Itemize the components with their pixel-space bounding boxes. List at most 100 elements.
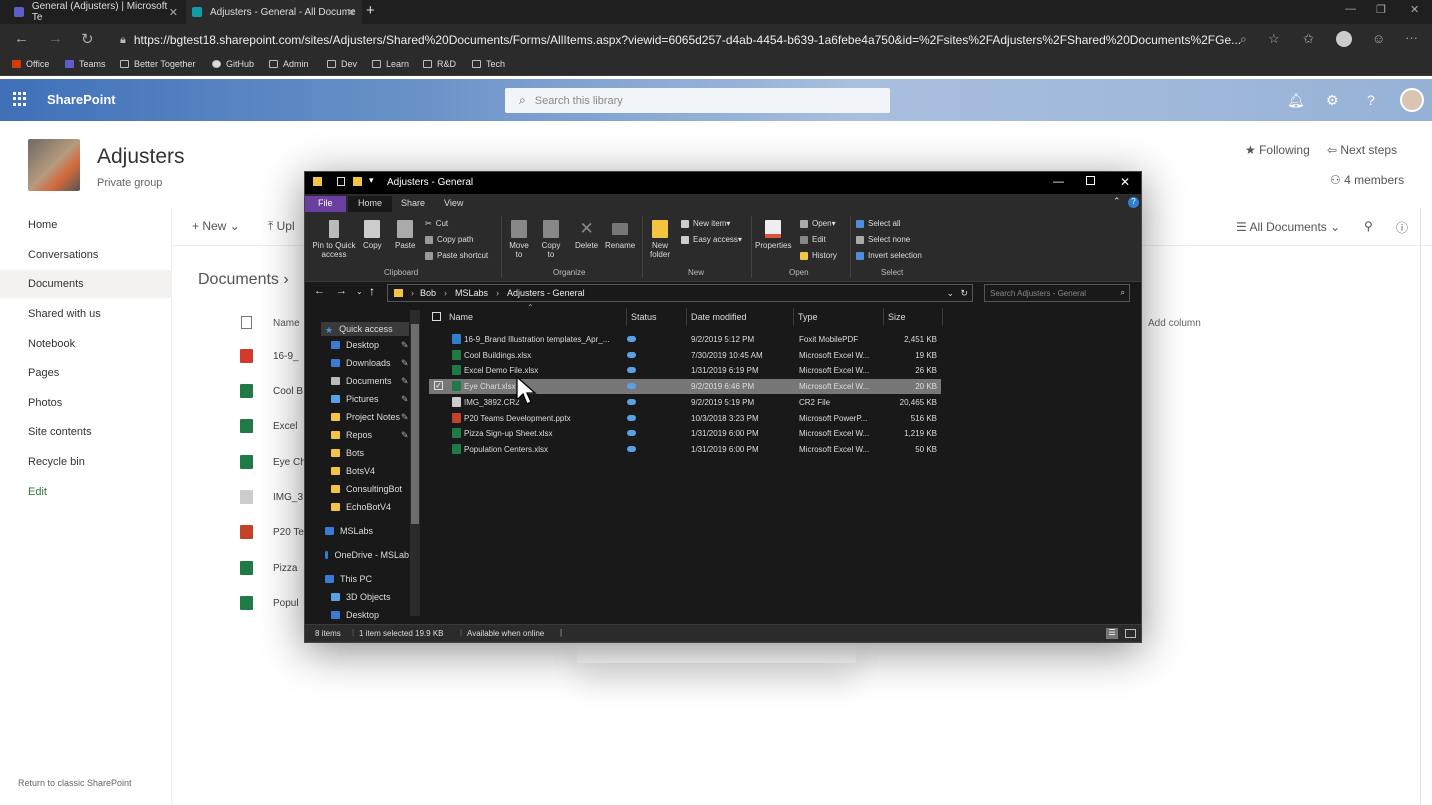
edit-button[interactable]: Edit (800, 235, 826, 244)
pin-icon[interactable]: ✎ (401, 430, 409, 441)
delete-button[interactable]: ✕ Delete (575, 220, 598, 251)
favorite-admin[interactable]: Admin (269, 59, 309, 69)
copy-button[interactable]: Copy (363, 220, 382, 250)
nav-documents[interactable]: Documents (28, 278, 84, 290)
favorite-tech[interactable]: Tech (472, 59, 505, 69)
new-folder-quick-icon[interactable] (353, 177, 362, 186)
back-icon[interactable]: ← (314, 285, 325, 297)
file-row[interactable]: 16-9_Brand Illustration templates_Apr_..… (429, 332, 941, 347)
favorite-better-together[interactable]: Better Together (120, 59, 195, 69)
nav-downloads[interactable]: Downloads ✎ (331, 358, 409, 368)
paste-shortcut-button[interactable]: Paste shortcut (425, 251, 488, 260)
zoom-icon[interactable]: ⌕ (1240, 32, 1247, 47)
explorer-title-bar[interactable]: ▾ Adjusters - General — ✕ (305, 172, 1141, 194)
notification-bell-icon[interactable]: 🔔︎ (1287, 92, 1305, 109)
path-bar[interactable]: › Bob › MSLabs › Adjusters - General ⌄ ↻ (387, 284, 973, 302)
scrollbar-thumb[interactable] (411, 324, 419, 524)
upload-button[interactable]: ⤒ Upl (268, 219, 295, 234)
next-steps-button[interactable]: ⇦ Next steps (1327, 143, 1397, 157)
pin-icon[interactable]: ✎ (401, 340, 409, 351)
list-item[interactable]: P20 Te (240, 525, 304, 539)
maximize-icon[interactable] (1086, 176, 1095, 185)
details-view-icon[interactable]: ☰ (1106, 628, 1118, 639)
file-row[interactable]: Pizza Sign-up Sheet.xlsx 1/31/2019 6:00 P… (429, 426, 941, 441)
nav-desktop[interactable]: Desktop ✎ (331, 340, 409, 350)
favorite-dev[interactable]: Dev (327, 59, 357, 69)
favorite-teams[interactable]: Teams (65, 59, 106, 69)
nav-desktop-pc[interactable]: Desktop (331, 610, 379, 620)
filter-icon[interactable]: ⚲ (1364, 219, 1373, 233)
browser-tab-sharepoint[interactable]: Adjusters - General - All Docume ✕ (186, 0, 362, 24)
following-button[interactable]: ★ Following (1245, 143, 1310, 157)
nav-3d-objects[interactable]: 3D Objects (331, 592, 391, 602)
add-column-header[interactable]: Add column (1148, 318, 1201, 329)
close-tab-icon[interactable]: ✕ (169, 6, 178, 19)
invert-selection-button[interactable]: Invert selection (856, 251, 922, 260)
row-checkbox[interactable]: ✓ (434, 381, 443, 391)
list-item[interactable]: Eye Ch (240, 455, 306, 469)
copy-path-button[interactable]: Copy path (425, 235, 473, 244)
minimize-icon[interactable]: — (1053, 176, 1064, 188)
move-to-button[interactable]: Move to (509, 220, 529, 259)
refresh-icon[interactable]: ↻ (81, 30, 94, 48)
minimize-icon[interactable]: — (1345, 3, 1356, 15)
favorite-github[interactable]: GitHub (212, 59, 254, 69)
nav-repos[interactable]: Repos ✎ (331, 430, 409, 440)
back-icon[interactable]: ← (14, 30, 29, 47)
app-launcher-icon[interactable] (13, 92, 27, 106)
select-none-button[interactable]: Select none (856, 235, 910, 244)
list-item[interactable]: IMG_3 (240, 490, 303, 504)
path-segment[interactable]: MSLabs (455, 288, 488, 298)
select-all-button[interactable]: Select all (856, 219, 900, 228)
open-button[interactable]: Open ▾ (800, 219, 836, 228)
chevron-down-icon[interactable]: ⌄ (946, 288, 954, 299)
profile-avatar[interactable] (1336, 31, 1352, 47)
nav-edit[interactable]: Edit (28, 486, 47, 498)
nav-documents[interactable]: Documents ✎ (331, 376, 409, 386)
help-icon[interactable]: ? (1367, 92, 1375, 108)
path-segment[interactable]: Bob (420, 288, 436, 298)
column-header-date[interactable]: Date modified (691, 312, 747, 322)
favorite-learn[interactable]: Learn (372, 59, 409, 69)
up-icon[interactable]: ↑ (369, 284, 375, 298)
file-row[interactable]: Cool Buildings.xlsx 7/30/2019 10:45 AM Mic… (429, 348, 941, 363)
nav-recycle-bin[interactable]: Recycle bin (28, 456, 85, 468)
collapse-ribbon-icon[interactable]: ⌃ (1113, 196, 1121, 207)
copy-to-button[interactable]: Copy to (541, 220, 561, 259)
info-icon[interactable]: ⓘ (1396, 219, 1408, 236)
tab-view[interactable]: View (434, 196, 473, 212)
list-item[interactable]: 16-9_ (240, 349, 299, 363)
file-row[interactable]: P20 Teams Development.pptx 10/3/2018 3:23… (429, 411, 941, 426)
file-row[interactable]: ✓ Eye Chart.xlsx 9/2/2019 6:46 PM Microsoft… (429, 379, 941, 395)
favorites-list-icon[interactable]: ✩ (1303, 31, 1314, 47)
explorer-search-input[interactable]: Search Adjusters - General ⌕ (984, 284, 1130, 302)
list-item[interactable]: Cool B (240, 384, 303, 398)
return-to-classic-link[interactable]: Return to classic SharePoint (18, 778, 132, 788)
path-segment[interactable]: Adjusters - General (507, 288, 585, 298)
list-item[interactable]: Popul (240, 596, 299, 610)
nav-botsv4[interactable]: BotsV4 (331, 466, 375, 476)
nav-quick-access[interactable]: ★ Quick access (321, 322, 409, 336)
rename-button[interactable]: Rename (605, 220, 635, 250)
nav-shared-with-us[interactable]: Shared with us (28, 308, 101, 320)
tab-file[interactable]: File (305, 196, 346, 212)
pin-quick-access-button[interactable]: Pin to Quick access (311, 220, 357, 259)
favorite-rd[interactable]: R&D (423, 59, 456, 69)
forward-icon[interactable]: → (48, 30, 63, 47)
nav-project-notes[interactable]: Project Notes ✎ (331, 412, 409, 422)
favorite-star-icon[interactable]: ☆ (1268, 31, 1280, 47)
breadcrumb[interactable]: Documents › (198, 271, 289, 289)
easy-access-button[interactable]: Easy access ▾ (681, 235, 742, 244)
new-folder-button[interactable]: New folder (649, 220, 671, 259)
pin-icon[interactable]: ✎ (401, 412, 409, 423)
nav-this-pc[interactable]: This PC (325, 574, 372, 584)
nav-pictures[interactable]: Pictures ✎ (331, 394, 409, 404)
tab-home[interactable]: Home (348, 196, 393, 212)
members-button[interactable]: ⚇ 4 members (1330, 173, 1404, 187)
recent-locations-icon[interactable]: ⌄ (356, 287, 363, 296)
pin-icon[interactable]: ✎ (401, 358, 409, 369)
select-all-checkbox[interactable] (432, 312, 441, 321)
url-field[interactable]: 🔒︎ https://bgtest18.sharepoint.com/sites… (120, 31, 1255, 49)
nav-echobotv4[interactable]: EchoBotV4 (331, 502, 391, 512)
new-item-button[interactable]: New item ▾ (681, 219, 730, 228)
